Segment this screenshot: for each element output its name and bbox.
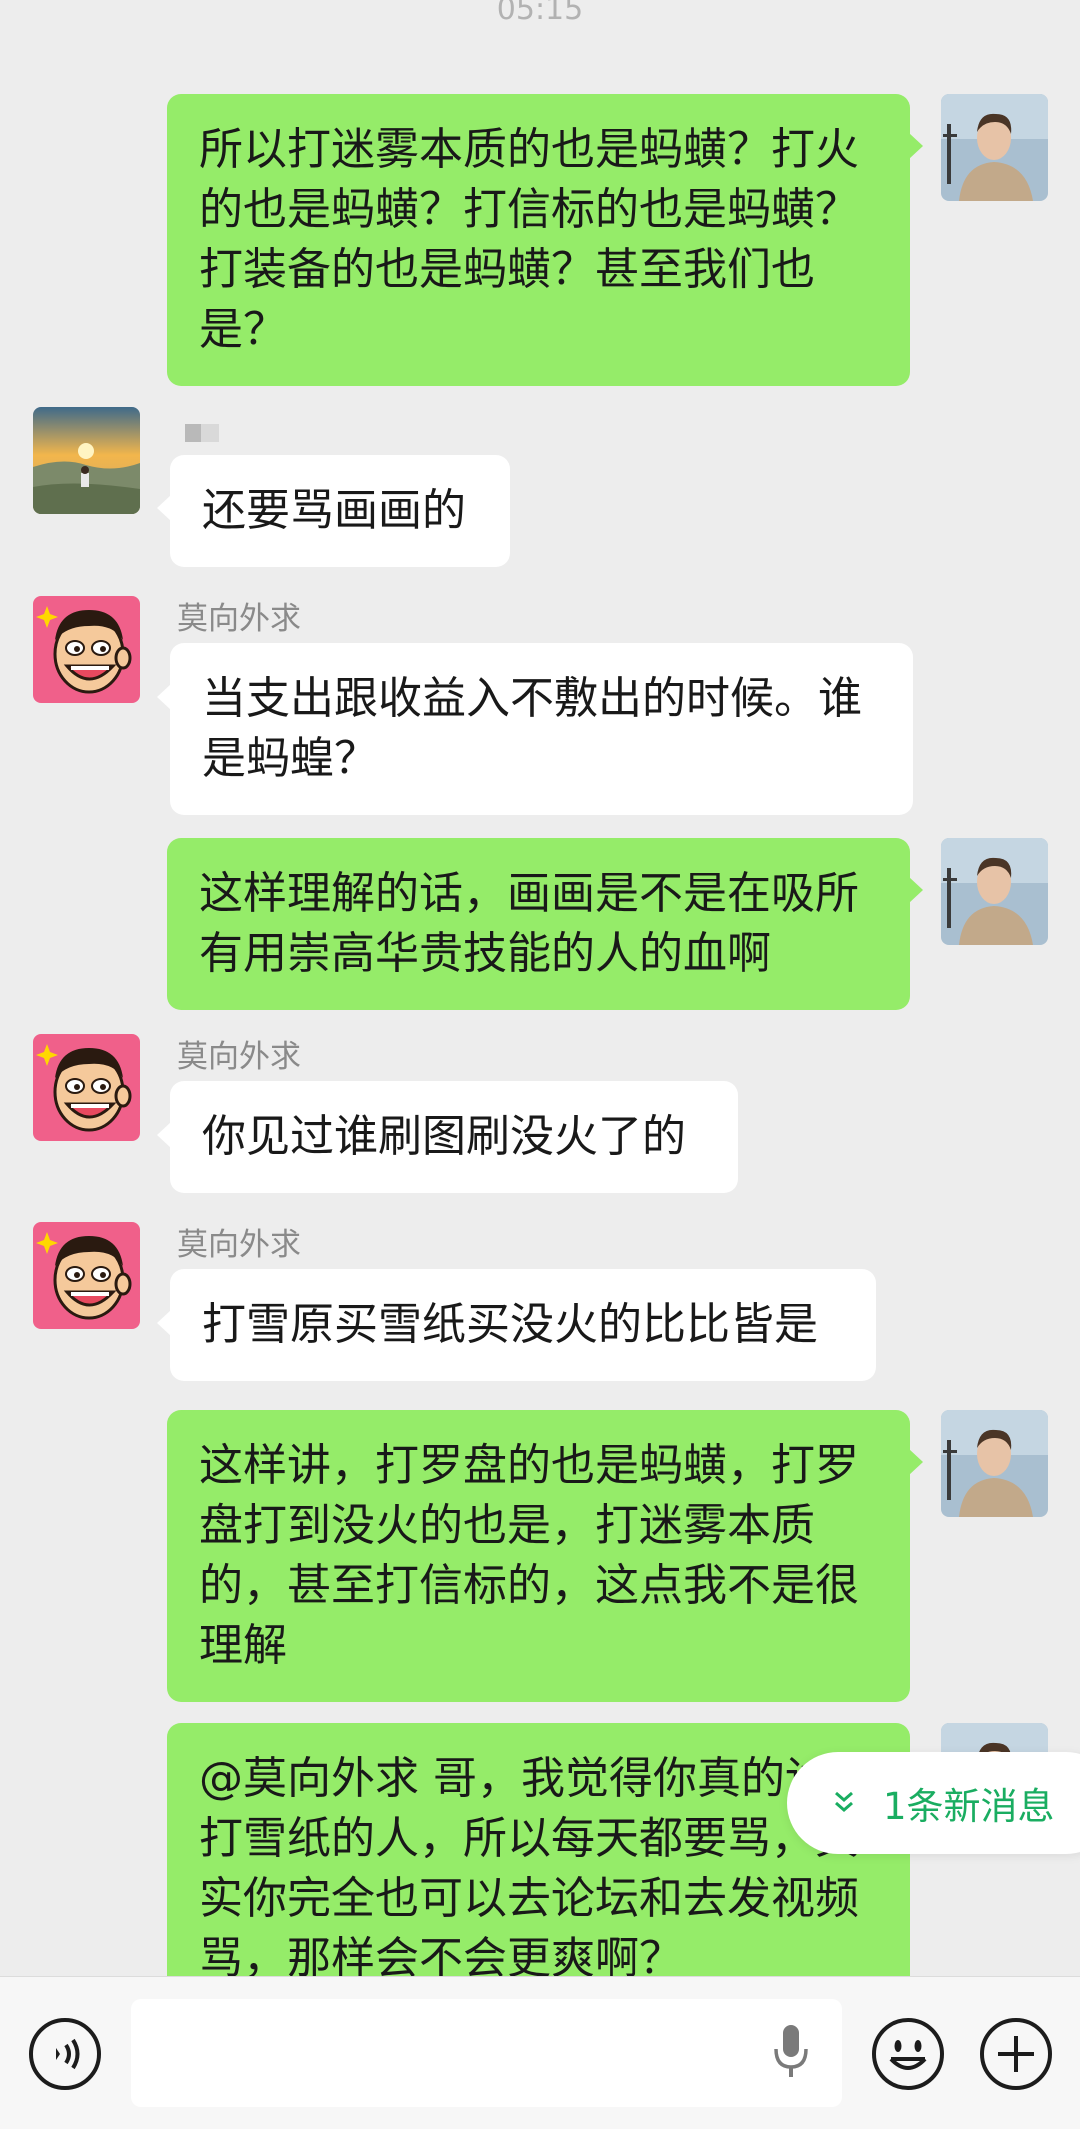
emoji-button[interactable] — [869, 2015, 947, 2093]
sender-avatar[interactable] — [33, 1034, 140, 1141]
outgoing-message[interactable]: 这样理解的话，画画是不是在吸所有用崇高华贵技能的人的血啊 — [167, 838, 910, 1010]
sender-name: 莫向外求 — [177, 1227, 301, 1263]
bubble-tail — [157, 1310, 171, 1336]
sender-name: 莫向外求 — [177, 1039, 301, 1075]
bubble-tail — [157, 1122, 171, 1148]
bubble-tail — [909, 1449, 923, 1475]
bubble-tail — [909, 877, 923, 903]
sender-avatar[interactable] — [33, 1222, 140, 1329]
chevron-down-icon — [835, 1791, 853, 1812]
outgoing-message[interactable]: 所以打迷雾本质的也是蚂蟥？打火的也是蚂蟥？打信标的也是蚂蟥？打装备的也是蚂蟥？甚… — [167, 94, 910, 386]
bubble-tail — [909, 133, 923, 159]
timestamp: 05:15 — [496, 0, 584, 27]
outgoing-message[interactable]: 这样讲，打罗盘的也是蚂蟥，打罗盘打到没火的也是，打迷雾本质的，甚至打信标的，这点… — [167, 1410, 910, 1702]
incoming-message[interactable]: 当支出跟收益入不敷出的时候。谁是蚂蝗？ — [170, 643, 913, 815]
incoming-message[interactable]: 还要骂画画的 — [170, 455, 510, 567]
redacted-sender-name — [185, 424, 219, 442]
self-avatar[interactable] — [941, 1410, 1048, 1517]
self-avatar[interactable] — [941, 838, 1048, 945]
voice-icon — [29, 2018, 101, 2090]
message-input[interactable] — [131, 1999, 842, 2107]
self-avatar[interactable] — [941, 94, 1048, 201]
more-button[interactable] — [977, 2015, 1055, 2093]
bubble-tail — [157, 684, 171, 710]
incoming-message[interactable]: 你见过谁刷图刷没火了的 — [170, 1081, 738, 1193]
plus-icon — [980, 2018, 1052, 2090]
new-message-badge[interactable]: 1条新消息 — [787, 1752, 1080, 1854]
new-message-label: 1条新消息 — [883, 1785, 1055, 1828]
bubble-tail — [157, 495, 171, 521]
sender-avatar[interactable] — [33, 407, 140, 514]
sender-avatar[interactable] — [33, 596, 140, 703]
emoji-icon — [872, 2018, 944, 2090]
voice-toggle-button[interactable] — [26, 2015, 104, 2093]
sender-name: 莫向外求 — [177, 601, 301, 637]
incoming-message[interactable]: 打雪原买雪纸买没火的比比皆是 — [170, 1269, 876, 1381]
input-bar — [0, 1976, 1080, 2129]
mic-icon[interactable] — [771, 2023, 811, 2083]
outgoing-message[interactable]: @莫向外求 哥，我觉得你真的讨厌打雪纸的人，所以每天都要骂，其实你完全也可以去论… — [167, 1723, 910, 2015]
